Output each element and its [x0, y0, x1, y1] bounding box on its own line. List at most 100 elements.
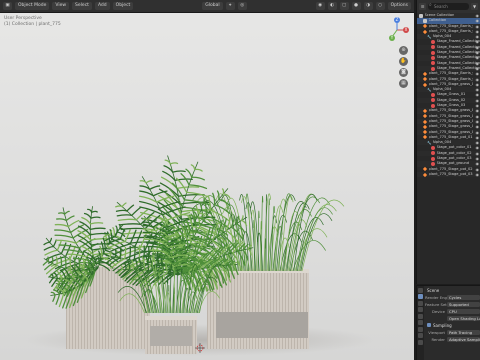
view-menu[interactable]: View [52, 2, 70, 10]
material-icon [431, 93, 435, 98]
gizmo-z-icon[interactable]: Z [394, 17, 400, 23]
3d-viewport[interactable]: ▣ Object Mode View Select Add Object Glo… [0, 0, 414, 360]
transform-orientation-dropdown[interactable]: Global [202, 2, 223, 10]
outliner-tree: Scene Collection ◉ Collection ◉ plant_775_St… [417, 13, 480, 178]
property-label: Device [432, 309, 445, 314]
property-field[interactable]: CPU [447, 308, 480, 315]
mesh-icon [422, 114, 428, 119]
properties-tabs [417, 286, 424, 360]
mesh-icon [422, 135, 428, 140]
render-sampling-field[interactable]: Adaptive Sampling [447, 336, 480, 343]
xray-icon[interactable]: ▢ [339, 2, 349, 10]
solid-shading-icon[interactable]: ● [351, 2, 361, 10]
rendered-shading-icon[interactable]: ○ [375, 2, 385, 10]
viewport-sampling-field[interactable]: Path Tracing [447, 329, 480, 336]
property-row: Render EngineCycles [425, 294, 480, 301]
viewport-header: ▣ Object Mode View Select Add Object Glo… [0, 0, 414, 13]
mesh-icon [422, 172, 428, 177]
snap-icon[interactable]: ⌖ [225, 2, 235, 10]
overlay-icon[interactable]: ◐ [327, 2, 337, 10]
modifier-icon: 🔧 [427, 34, 432, 39]
mesh-icon [422, 119, 428, 124]
outliner-search-input[interactable]: Search [428, 2, 469, 10]
outliner-panel: ☰ Search ▼ Scene Collection◉Collection◉p… [416, 0, 480, 284]
scene-tab-icon[interactable] [418, 313, 423, 319]
material-icon [431, 61, 435, 66]
eye-icon[interactable]: ◉ [476, 172, 480, 177]
property-label: Render Engine [425, 295, 447, 300]
gizmo-y-icon[interactable]: Y [389, 35, 395, 41]
mesh-icon [422, 29, 428, 34]
mesh-icon [422, 71, 428, 77]
material-icon [431, 98, 435, 103]
material-icon [431, 151, 435, 156]
grid-icon[interactable]: ▦ [399, 79, 408, 88]
planter-front [145, 316, 197, 354]
material-icon [431, 45, 435, 50]
viewport-nav-tools: ⊕ ✋ ◙ ▦ [399, 46, 409, 90]
proportional-edit-icon[interactable]: ◎ [237, 2, 247, 10]
mesh-icon [422, 124, 428, 129]
modifier-tab-icon[interactable] [418, 333, 423, 338]
property-label: Feature Set [425, 302, 447, 307]
world-tab-icon[interactable] [418, 320, 423, 325]
render-sampling-row: Render Adaptive Sampling [431, 336, 480, 343]
pan-hand-icon[interactable]: ✋ [399, 57, 408, 66]
navigation-gizmo[interactable]: X Z Y [384, 17, 410, 43]
material-icon [431, 103, 435, 108]
gizmo-x-icon[interactable]: X [403, 27, 409, 33]
material-shading-icon[interactable]: ◑ [363, 2, 373, 10]
collection-icon [423, 18, 427, 23]
material-icon [431, 40, 435, 45]
zoom-icon[interactable]: ⊕ [399, 46, 408, 55]
mesh-icon [422, 77, 428, 82]
properties-panel: Scene Render EngineCyclesFeature SetSupp… [416, 285, 480, 360]
material-icon [431, 146, 435, 151]
mesh-icon [422, 24, 428, 29]
property-row: Feature Set Supported [425, 301, 480, 308]
render-tab-icon[interactable] [418, 294, 423, 299]
modifier-icon: 🔧 [427, 87, 432, 92]
outliner-header: ☰ Search ▼ [417, 0, 480, 13]
viewport-sampling-row: Viewport Path Tracing [425, 329, 480, 336]
property-field[interactable]: Cycles [447, 294, 480, 301]
property-field[interactable]: Supported [447, 301, 480, 308]
property-row: Open Shading Language [425, 315, 480, 322]
mesh-icon [422, 130, 428, 135]
filter-icon[interactable]: ▼ [471, 3, 478, 10]
properties-section-title: Scene [427, 288, 440, 293]
property-field[interactable]: Open Shading Language [447, 315, 480, 322]
tool-tab-icon[interactable] [418, 287, 423, 293]
select-menu[interactable]: Select [72, 2, 92, 10]
options-dropdown[interactable]: Options [387, 2, 412, 10]
material-icon [431, 56, 435, 61]
camera-icon[interactable]: ◙ [399, 68, 408, 77]
object-menu[interactable]: Object [112, 2, 134, 10]
material-icon [431, 156, 435, 161]
visibility-icon[interactable]: ◉ [315, 2, 325, 10]
display-mode-icon[interactable]: ☰ [419, 3, 426, 10]
mesh-icon [422, 167, 428, 172]
add-menu[interactable]: Add [94, 2, 110, 10]
collection-icon [419, 13, 423, 18]
mesh-icon [422, 82, 428, 87]
view-layer-tab-icon[interactable] [418, 307, 423, 312]
sampling-expand-icon [427, 323, 431, 327]
output-tab-icon[interactable] [418, 300, 423, 306]
material-icon [431, 50, 435, 55]
property-row: Device CPU [425, 308, 480, 315]
outliner-row[interactable]: plant_775_Stage_pot_03 ◉ [417, 171, 480, 178]
material-tab-icon[interactable] [418, 339, 423, 345]
planter-right [207, 269, 309, 349]
editor-type-icon[interactable]: ▣ [3, 2, 12, 10]
material-icon [431, 66, 435, 71]
mode-selector[interactable]: Object Mode [15, 2, 50, 10]
sampling-section-header[interactable]: Sampling [425, 322, 480, 329]
mesh-icon [422, 108, 428, 114]
outliner-row-label: plant_775_Stage_pot_03 [428, 171, 473, 176]
properties-body: Scene Render EngineCyclesFeature SetSupp… [425, 287, 480, 343]
render-scene [25, 155, 375, 356]
modifier-icon: 🔧 [427, 140, 432, 145]
material-icon [431, 161, 435, 166]
object-tab-icon[interactable] [418, 326, 423, 332]
